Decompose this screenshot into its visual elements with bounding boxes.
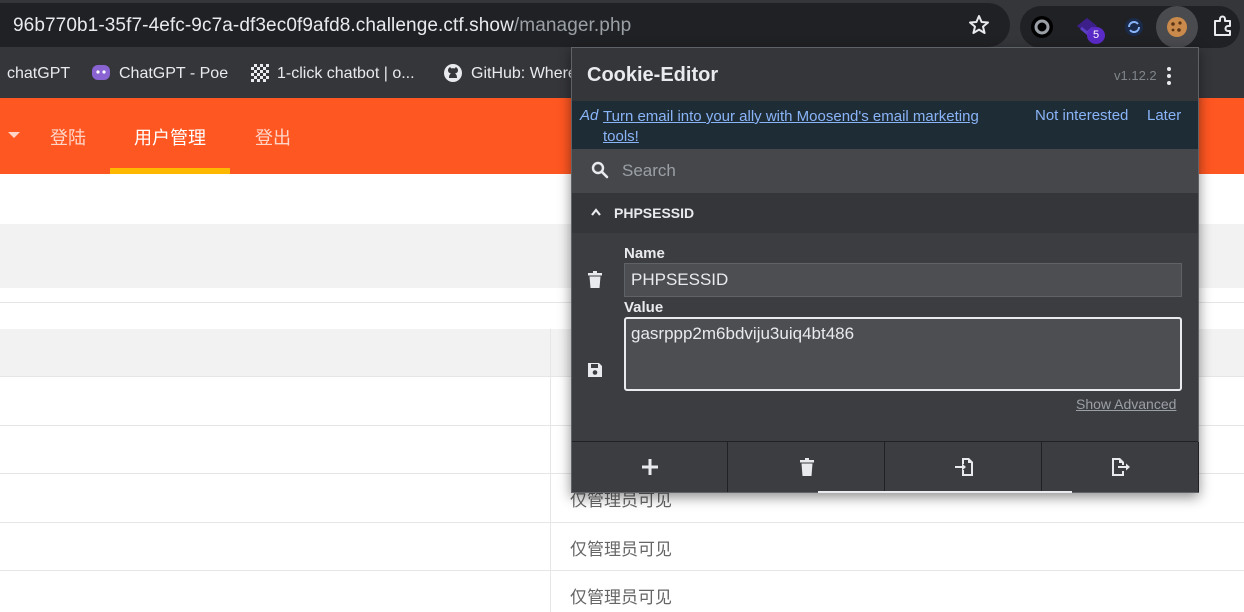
not-interested-button[interactable]: Not interested bbox=[1035, 107, 1128, 124]
toolbar-focus-indicator bbox=[818, 491, 1072, 493]
value-label: Value bbox=[624, 299, 664, 316]
url-text: 96b770b1-35f7-4efc-9c7a-df3ec0f9afd8.cha… bbox=[13, 15, 631, 37]
nav-active-indicator bbox=[110, 168, 230, 174]
delete-all-button[interactable] bbox=[729, 442, 885, 492]
delete-cookie-icon[interactable] bbox=[587, 271, 603, 289]
export-button[interactable] bbox=[1043, 442, 1199, 492]
table-row-divider bbox=[0, 522, 1244, 523]
popup-title: Cookie-Editor bbox=[587, 64, 719, 86]
cookie-icon bbox=[1167, 17, 1187, 37]
value-field[interactable]: gasrppp2m6bdviju3uiq4bt486 bbox=[624, 317, 1182, 391]
screen: 96b770b1-35f7-4efc-9c7a-df3ec0f9afd8.cha… bbox=[0, 0, 1244, 612]
chevron-up-icon bbox=[591, 208, 601, 216]
add-icon bbox=[642, 459, 658, 475]
more-options-icon[interactable] bbox=[1165, 66, 1173, 86]
ad-link[interactable]: Turn email into your ally with Moosend's… bbox=[603, 107, 998, 147]
nav-user-management[interactable]: 用户管理 bbox=[134, 124, 206, 150]
ad-banner: Ad Turn email into your ally with Moosen… bbox=[572, 101, 1198, 149]
cookie-header[interactable]: PHPSESSID bbox=[572, 193, 1198, 233]
circle-extension-icon[interactable] bbox=[1029, 14, 1055, 40]
nav-login[interactable]: 登陆 bbox=[50, 124, 86, 150]
import-button[interactable] bbox=[886, 442, 1042, 492]
puzzle-extensions-icon[interactable] bbox=[1210, 13, 1236, 39]
extension-badge: 5 bbox=[1087, 27, 1105, 44]
browser-toolbar: 96b770b1-35f7-4efc-9c7a-df3ec0f9afd8.cha… bbox=[0, 0, 1244, 53]
cookie-editor-popup: Cookie-Editor v1.12.2 Ad Turn email into… bbox=[571, 47, 1199, 493]
url-host: 96b770b1-35f7-4efc-9c7a-df3ec0f9afd8.cha… bbox=[13, 15, 514, 36]
bookmark-github[interactable]: GitHub: Where bbox=[471, 65, 577, 83]
bookmark-chatbot[interactable]: 1-click chatbot | o... bbox=[277, 65, 415, 83]
github-icon bbox=[444, 64, 462, 82]
checker-icon bbox=[251, 64, 269, 82]
export-icon bbox=[1112, 458, 1130, 476]
address-bar[interactable]: 96b770b1-35f7-4efc-9c7a-df3ec0f9afd8.cha… bbox=[0, 3, 1010, 47]
bookmark-poe[interactable]: ChatGPT - Poe bbox=[119, 65, 228, 83]
search-bar bbox=[572, 149, 1198, 193]
name-label: Name bbox=[624, 245, 665, 262]
url-path: /manager.php bbox=[513, 15, 632, 36]
search-input[interactable] bbox=[622, 159, 1182, 183]
later-button[interactable]: Later bbox=[1147, 107, 1181, 124]
ad-tag: Ad bbox=[580, 107, 599, 124]
delete-all-icon bbox=[800, 458, 814, 476]
sync-extension-icon[interactable] bbox=[1121, 14, 1147, 40]
save-icon[interactable] bbox=[587, 361, 603, 379]
poe-icon bbox=[92, 65, 110, 80]
table-cell: 仅管理员可见 bbox=[570, 588, 672, 608]
name-field[interactable] bbox=[624, 263, 1182, 297]
table-column-divider bbox=[550, 329, 551, 612]
table-row-divider bbox=[0, 570, 1244, 571]
bookmark-star-icon[interactable] bbox=[966, 13, 992, 37]
bookmark-chatgpt[interactable]: chatGPT bbox=[7, 65, 70, 83]
import-icon bbox=[955, 458, 973, 476]
nav-logout[interactable]: 登出 bbox=[255, 124, 291, 150]
show-advanced-link[interactable]: Show Advanced bbox=[1076, 396, 1176, 412]
table-cell: 仅管理员可见 bbox=[570, 540, 672, 560]
add-cookie-button[interactable] bbox=[572, 442, 728, 492]
cookie-details: Name Value gasrppp2m6bdviju3uiq4bt486 Sh… bbox=[572, 233, 1198, 441]
search-icon bbox=[591, 161, 609, 179]
version-label: v1.12.2 bbox=[1114, 68, 1157, 83]
caret-down-icon[interactable] bbox=[8, 132, 20, 138]
popup-toolbar bbox=[572, 441, 1199, 493]
cookie-header-name: PHPSESSID bbox=[614, 205, 695, 221]
